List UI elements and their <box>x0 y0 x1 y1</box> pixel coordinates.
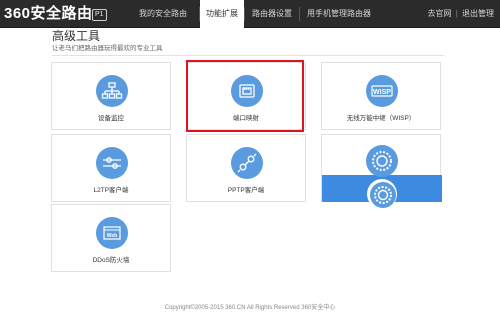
port-icon <box>231 75 263 107</box>
tab-router-settings[interactable]: 路由器设置 <box>245 0 299 28</box>
page-title: 高级工具 <box>52 29 101 43</box>
tool-card-l2tp[interactable]: L2TP客户端 <box>51 134 171 202</box>
firewall-icon-text: Web <box>107 233 117 239</box>
tab-my-router[interactable]: 我的安全路由 <box>127 0 199 28</box>
network-icon <box>96 75 128 107</box>
wisp-icon-text: WISP <box>373 89 391 96</box>
link-divider: | <box>455 9 458 18</box>
logo: 360安全路由 <box>4 5 93 22</box>
top-navigation-bar: 360安全路由 P1 我的安全路由 功能扩展 路由器设置 用手机管理路由器 去官… <box>0 0 500 28</box>
tab-extensions[interactable]: 功能扩展 <box>200 0 244 28</box>
tool-card-ddos-firewall[interactable]: Web DDoS防火墙 <box>51 204 171 272</box>
tab-mobile-manage[interactable]: 用手机管理路由器 <box>300 0 378 28</box>
tool-card-device-monitor[interactable]: 设备监控 <box>51 62 171 130</box>
tool-label: DDoS防火墙 <box>92 257 130 264</box>
logout-link[interactable]: 退出管理 <box>462 9 494 18</box>
tool-card-settings[interactable] <box>321 134 442 209</box>
l2tp-icon <box>96 147 128 179</box>
gear-icon <box>367 179 397 209</box>
page-subtitle: 让老马们把路由器玩得最欢的专业工具 <box>52 45 163 52</box>
footer-copyright: Copyright©2005-2015 360.CN All Rights Re… <box>164 305 336 311</box>
model-badge: P1 <box>92 9 107 21</box>
title-divider <box>52 55 444 56</box>
firewall-icon: Web <box>96 217 128 249</box>
tool-label: 端口映射 <box>233 115 259 122</box>
tool-label: L2TP客户端 <box>93 187 129 194</box>
tool-label: 设备监控 <box>98 115 124 122</box>
gear-icon <box>366 145 398 177</box>
tool-card-pptp[interactable]: PPTP客户端 <box>186 134 306 202</box>
wisp-icon: WISP <box>366 75 398 107</box>
pptp-icon <box>231 147 263 179</box>
tool-card-port-mapping[interactable]: 端口映射 <box>186 62 306 130</box>
header-links: 去官网 | 退出管理 <box>427 0 494 28</box>
tool-card-wisp[interactable]: WISP 无线万能中继（WISP） <box>321 62 441 130</box>
tool-label: PPTP客户端 <box>227 187 265 194</box>
tool-label: 无线万能中继（WISP） <box>346 115 416 122</box>
official-site-link[interactable]: 去官网 <box>427 9 451 18</box>
